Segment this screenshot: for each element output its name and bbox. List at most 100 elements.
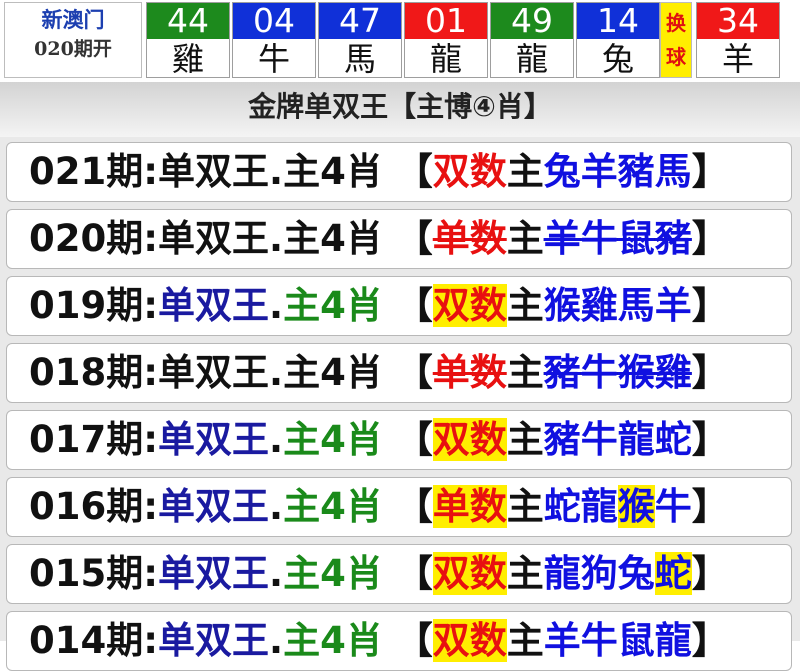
row-period: 021期	[29, 150, 144, 193]
bracket-open: 【	[395, 150, 433, 193]
row-zhu: 主	[506, 284, 544, 327]
row-colon: :	[143, 217, 159, 260]
row-zodiacs: 猴雞馬羊	[544, 284, 692, 327]
row-dot: .	[269, 351, 284, 394]
bracket-close: 】	[691, 351, 729, 394]
draw-header: 新澳门 020期开 44 雞 04 牛 47 馬 01 龍 49 龍 14 兔 34 羊 换 球	[0, 0, 800, 80]
ball-zodiac: 羊	[721, 40, 754, 78]
row-zodiacs: 龍狗兔蛇	[544, 552, 692, 595]
draw-ball: 49 龍	[490, 2, 574, 78]
row-space	[383, 485, 396, 528]
draw-issue: 020期开	[34, 38, 112, 60]
row-zodiac: 豬	[543, 351, 581, 394]
ball-number: 04	[233, 3, 315, 39]
row-zodiac: 兔	[543, 150, 581, 193]
row-period: 019期	[29, 284, 144, 327]
row-zodiac: 牛	[654, 485, 692, 528]
row-zodiac: 豬	[617, 150, 655, 193]
row-zodiacs: 兔羊豬馬	[544, 150, 692, 193]
bracket-open: 【	[395, 284, 433, 327]
row-zhu: 主	[506, 485, 544, 528]
ball-number: 01	[405, 3, 487, 39]
row-zodiac: 雞	[580, 284, 618, 327]
row-space	[383, 217, 396, 260]
prediction-row: 021期:单双王.主4肖 【双数主兔羊豬馬】	[6, 142, 792, 202]
row-zodiacs: 豬牛猴雞	[544, 351, 692, 394]
row-main: 主4肖	[283, 217, 383, 260]
row-dot: .	[269, 552, 284, 595]
draw-ball: 01 龍	[404, 2, 488, 78]
ball-zodiac: 龍	[429, 40, 462, 78]
bracket-open: 【	[395, 217, 433, 260]
swap-char-2: 球	[666, 45, 686, 69]
row-zodiacs: 羊牛鼠豬	[544, 217, 692, 260]
row-space	[383, 351, 396, 394]
row-zodiac: 蛇	[654, 418, 692, 461]
row-game: 单双王	[158, 485, 270, 528]
row-colon: :	[143, 284, 159, 327]
ball-zodiac: 龍	[515, 40, 548, 78]
draw-ball: 44 雞	[146, 2, 230, 78]
row-game: 单双王	[158, 217, 270, 260]
row-main: 主4肖	[283, 284, 383, 327]
row-zodiac: 龍	[580, 485, 618, 528]
row-zodiacs: 蛇龍猴牛	[544, 485, 692, 528]
bracket-close: 】	[691, 284, 729, 327]
row-zhu: 主	[506, 418, 544, 461]
row-zodiac: 蛇	[654, 552, 692, 595]
ball-number: 49	[491, 3, 573, 39]
row-zodiac: 牛	[580, 418, 618, 461]
row-zodiac: 狗	[580, 552, 618, 595]
row-colon: :	[143, 351, 159, 394]
row-colon: :	[143, 485, 159, 528]
row-parity: 单数	[432, 351, 507, 394]
row-dot: .	[269, 284, 284, 327]
row-parity: 双数	[432, 552, 507, 595]
row-zhu: 主	[506, 552, 544, 595]
row-dot: .	[269, 217, 284, 260]
row-game: 单双王	[158, 150, 270, 193]
row-zodiac: 雞	[654, 351, 692, 394]
bracket-close: 】	[691, 217, 729, 260]
row-dot: .	[269, 485, 284, 528]
row-colon: :	[143, 150, 159, 193]
row-zodiac: 羊	[580, 150, 618, 193]
ball-zodiac: 牛	[257, 40, 290, 78]
bracket-close: 】	[691, 552, 729, 595]
prediction-row: 016期:单双王.主4肖 【单数主蛇龍猴牛】	[6, 477, 792, 537]
row-zodiac: 羊	[543, 217, 581, 260]
row-dot: .	[269, 418, 284, 461]
bracket-close: 】	[691, 418, 729, 461]
bracket-open: 【	[395, 418, 433, 461]
row-zodiac: 牛	[580, 217, 618, 260]
row-colon: :	[143, 418, 159, 461]
row-space	[383, 552, 396, 595]
bracket-open: 【	[395, 552, 433, 595]
row-space	[383, 284, 396, 327]
prediction-row: 017期:单双王.主4肖 【双数主豬牛龍蛇】	[6, 410, 792, 470]
row-main: 主4肖	[283, 351, 383, 394]
row-space	[383, 150, 396, 193]
row-zodiac: 馬	[654, 150, 692, 193]
row-zodiac: 龍	[617, 418, 655, 461]
swap-char-1: 换	[666, 11, 686, 35]
prediction-row: 018期:单双王.主4肖 【单数主豬牛猴雞】	[6, 343, 792, 403]
row-main: 主4肖	[283, 485, 383, 528]
row-zodiac: 馬	[617, 284, 655, 327]
panel-title: 金牌单双王【主博④肖】	[0, 82, 800, 137]
prediction-row: 020期:单双王.主4肖 【单数主羊牛鼠豬】	[6, 209, 792, 269]
bracket-open: 【	[395, 351, 433, 394]
row-zhu: 主	[506, 150, 544, 193]
row-zhu: 主	[506, 351, 544, 394]
row-period: 015期	[29, 552, 144, 595]
ball-zodiac: 兔	[601, 40, 634, 78]
bracket-open: 【	[395, 485, 433, 528]
prediction-panel: 金牌单双王【主博④肖】 021期:单双王.主4肖 【双数主兔羊豬馬】 020期:单…	[0, 82, 800, 671]
row-period: 017期	[29, 418, 144, 461]
row-game: 单双王	[158, 351, 270, 394]
draw-ball: 47 馬	[318, 2, 402, 78]
bracket-close: 】	[691, 150, 729, 193]
row-game: 单双王	[158, 552, 270, 595]
row-parity: 单数	[432, 217, 507, 260]
row-game: 单双王	[158, 284, 270, 327]
